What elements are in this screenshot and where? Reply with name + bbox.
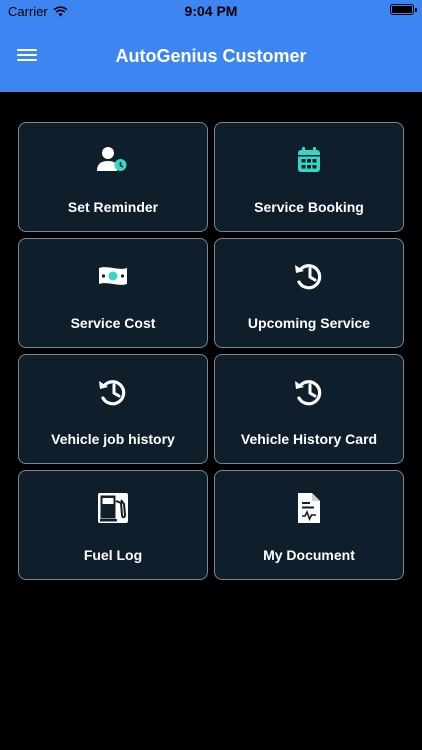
tile-label: Fuel Log [83,547,143,563]
tile-service-booking[interactable]: Service Booking [214,122,404,232]
menu-grid: Set Reminder Service Booking Service Cos… [18,122,404,580]
app-bar: AutoGenius Customer [0,22,422,92]
tile-fuel-log[interactable]: Fuel Log [18,470,208,580]
tile-label: Service Booking [254,199,364,215]
status-bar: Carrier 9:04 PM [0,0,422,22]
tile-label: Service Cost [70,315,156,331]
tile-label: Vehicle job history [51,431,175,447]
fuel-pump-icon [97,493,129,523]
status-time: 9:04 PM [184,3,238,19]
tile-upcoming-service[interactable]: Upcoming Service [214,238,404,348]
tile-label: My Document [263,547,355,563]
document-icon [297,493,321,523]
history-icon [97,377,129,407]
tile-label: Upcoming Service [247,315,371,331]
tile-set-reminder[interactable]: Set Reminder [18,122,208,232]
history-icon [293,377,325,407]
tile-vehicle-history-card[interactable]: Vehicle History Card [214,354,404,464]
battery-icon [390,4,417,15]
history-icon [293,261,325,291]
tile-my-document[interactable]: My Document [214,470,404,580]
tile-label: Set Reminder [67,199,159,215]
tile-vehicle-job-history[interactable]: Vehicle job history [18,354,208,464]
tile-service-cost[interactable]: Service Cost [18,238,208,348]
tile-label: Vehicle History Card [240,431,378,447]
calendar-icon [297,145,321,175]
page-title: AutoGenius Customer [115,46,307,66]
cash-icon [98,261,128,291]
user-reminder-icon [97,145,129,175]
